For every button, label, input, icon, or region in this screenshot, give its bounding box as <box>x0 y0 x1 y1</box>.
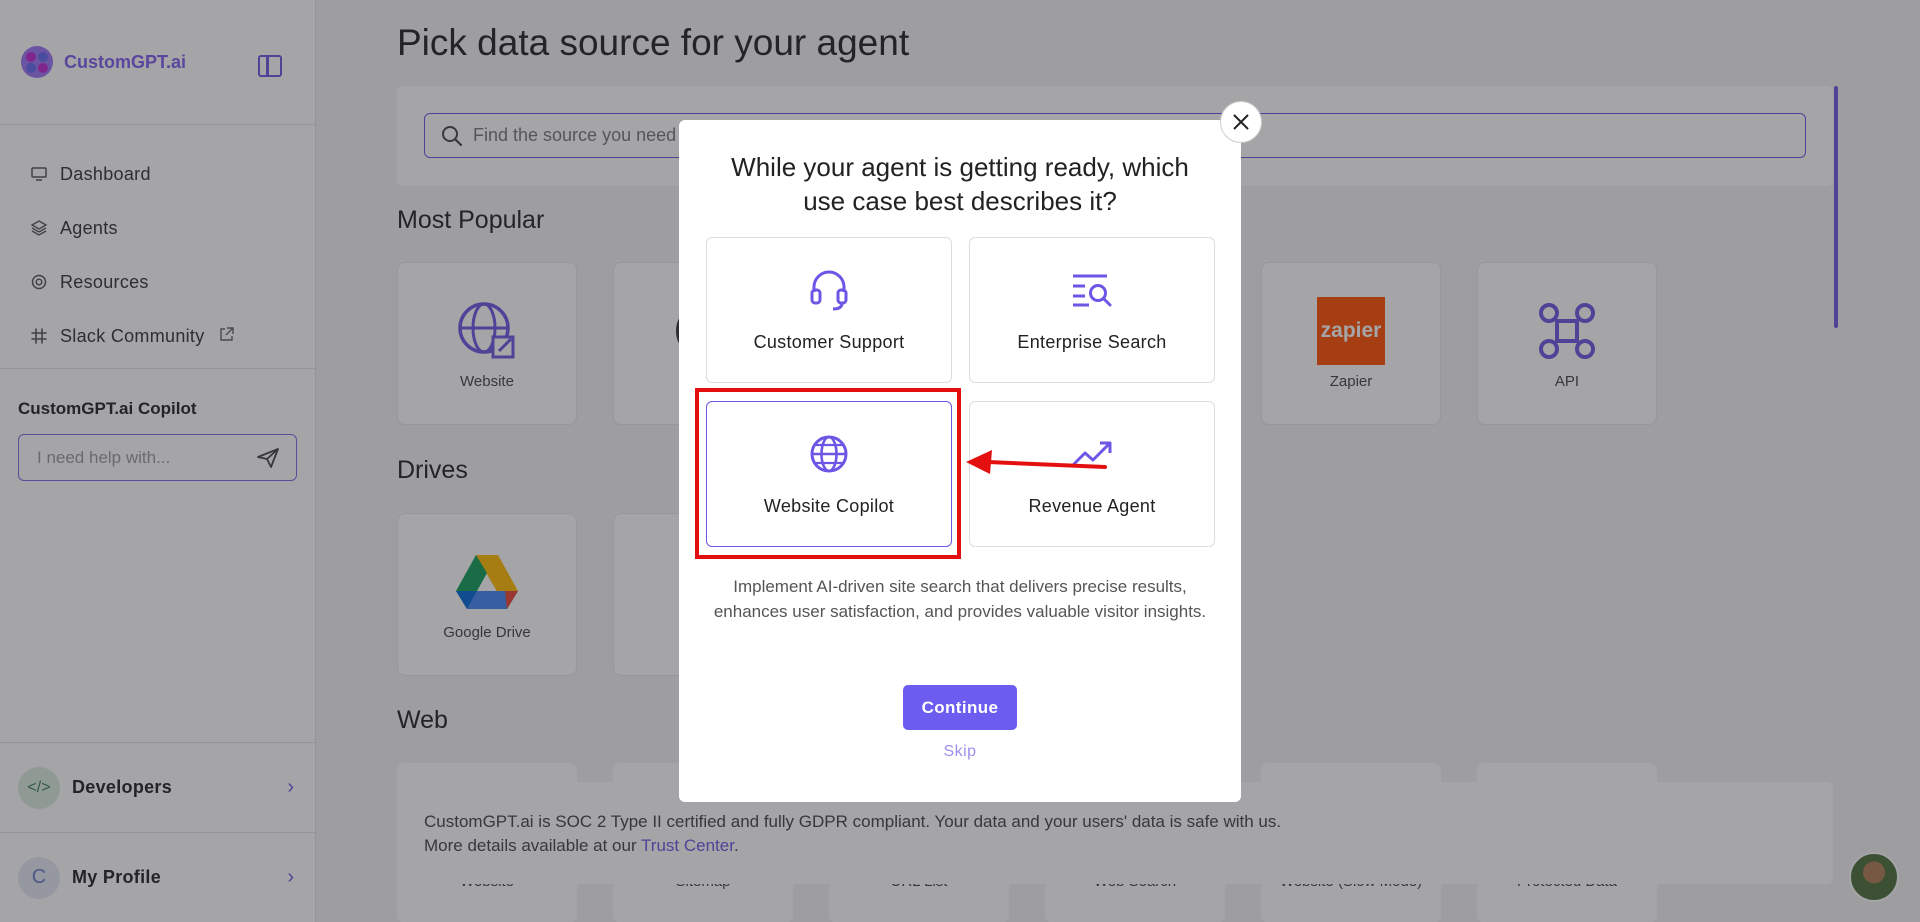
close-icon[interactable] <box>1220 101 1262 143</box>
annotation-arrow-icon <box>960 440 1110 485</box>
option-customer-support[interactable]: Customer Support <box>706 237 952 383</box>
option-label: Enterprise Search <box>1017 332 1167 352</box>
headset-icon <box>809 268 849 312</box>
search-list-icon <box>1071 268 1113 312</box>
option-description: Implement AI-driven site search that del… <box>713 577 1207 621</box>
continue-button[interactable]: Continue <box>903 685 1017 730</box>
option-enterprise-search[interactable]: Enterprise Search <box>969 237 1215 383</box>
option-label: Customer Support <box>753 332 905 352</box>
modal-title: While your agent is getting ready, which… <box>731 152 1189 216</box>
highlight-box <box>695 388 961 559</box>
option-label: Revenue Agent <box>1028 496 1156 516</box>
skip-link[interactable]: Skip <box>679 743 1241 761</box>
